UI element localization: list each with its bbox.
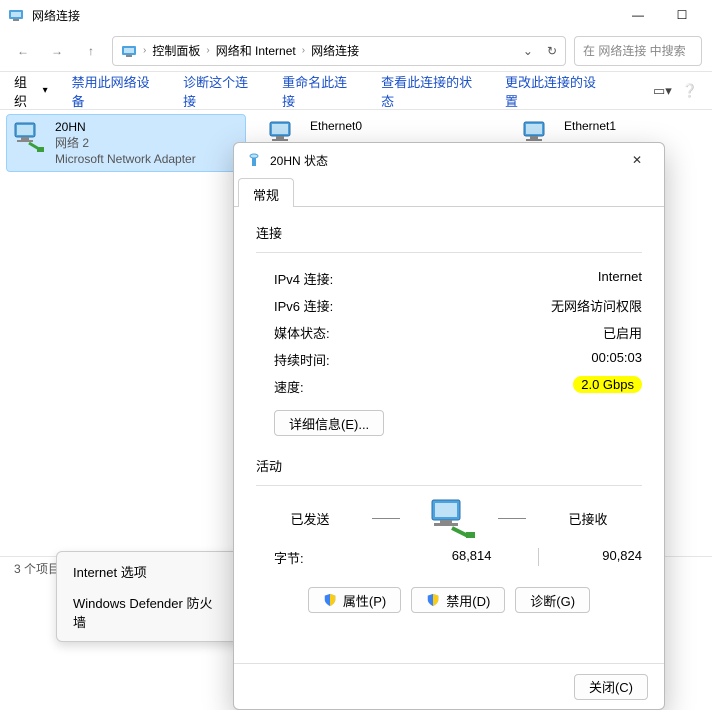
cmd-diagnose[interactable]: 诊断这个连接 [183,72,258,110]
conn-name: Ethernet1 [564,118,618,134]
separator [256,485,642,486]
separator [256,252,642,253]
tab-general[interactable]: 常规 [238,178,294,207]
cmd-disable-device[interactable]: 禁用此网络设备 [72,72,159,110]
minimize-button[interactable]: — [616,0,660,30]
breadcrumb[interactable]: › 控制面板 › 网络和 Internet › 网络连接 ⌄ ↻ [112,36,566,66]
shield-icon [323,593,337,607]
cmd-change-settings[interactable]: 更改此连接的设置 [505,72,605,110]
ipv6-label: IPv6 连接: [274,296,551,315]
organize-button[interactable]: 组织▾ [14,72,48,110]
maximize-button[interactable]: ☐ [660,0,704,30]
menu-item-defender-firewall[interactable]: Windows Defender 防火墙 [57,587,241,637]
crumb-mid[interactable]: 网络和 Internet [216,42,296,59]
group-activity-title: 活动 [256,456,642,475]
breadcrumb-icon [121,43,137,59]
chevron-right-icon: › [206,45,209,56]
details-button[interactable]: 详细信息(E)... [274,410,384,436]
group-connection: 连接 IPv4 连接:Internet IPv6 连接:无网络访问权限 媒体状态… [256,223,642,436]
duration-label: 持续时间: [274,350,591,369]
cmd-rename[interactable]: 重命名此连接 [282,72,357,110]
dash-icon [498,518,526,519]
conn-name: 20HN [55,119,196,135]
divider [538,548,539,566]
speed-label: 速度: [274,377,573,396]
close-button[interactable]: 关闭(C) [574,674,648,700]
dialog-body: 连接 IPv4 连接:Internet IPv6 连接:无网络访问权限 媒体状态… [234,207,664,663]
command-bar: 组织▾ 禁用此网络设备 诊断这个连接 重命名此连接 查看此连接的状态 更改此连接… [0,72,712,110]
crumb-leaf[interactable]: 网络连接 [311,42,359,59]
duration-value: 00:05:03 [591,350,642,369]
conn-network: 网络 2 [55,135,196,151]
group-connection-title: 连接 [256,223,642,242]
context-menu: Internet 选项 Windows Defender 防火墙 [56,551,242,642]
history-dropdown-icon[interactable]: ⌄ [523,44,533,58]
dialog-title: 20HN 状态 [270,152,328,169]
view-help-button[interactable]: ❔ [682,83,698,99]
bytes-label: 字节: [274,548,394,567]
view-icons-button[interactable]: ▭▾ [653,83,672,99]
status-dialog: 20HN 状态 ✕ 常规 连接 IPv4 连接:Internet IPv6 连接… [233,142,665,710]
window-icon [8,7,24,23]
properties-button[interactable]: 属性(P) [308,587,401,613]
dash-icon [372,518,400,519]
ipv4-value: Internet [598,269,642,288]
group-activity: 活动 已发送 已接收 字节: 68,814 90,824 [256,456,642,567]
shield-icon [426,593,440,607]
back-button[interactable]: ← [10,38,36,64]
chevron-right-icon: › [143,45,146,56]
window-titlebar: 网络连接 — ☐ [0,0,712,30]
bytes-recv-value: 90,824 [545,548,643,567]
network-adapter-icon [11,119,47,155]
bytes-sent-value: 68,814 [394,548,532,567]
search-input[interactable]: 在 网络连接 中搜索 [574,36,702,66]
search-placeholder: 在 网络连接 中搜索 [583,42,686,59]
activity-icon [422,498,476,538]
refresh-icon[interactable]: ↻ [547,44,557,58]
chevron-right-icon: › [302,45,305,56]
ipv4-label: IPv4 连接: [274,269,598,288]
dialog-close-button[interactable]: ✕ [622,145,652,175]
diagnose-button[interactable]: 诊断(G) [515,587,590,613]
up-button[interactable]: ↑ [78,38,104,64]
cmd-view-status[interactable]: 查看此连接的状态 [381,72,481,110]
window-title: 网络连接 [32,7,80,24]
forward-button[interactable]: → [44,38,70,64]
conn-name: Ethernet0 [310,118,362,134]
dialog-footer: 关闭(C) [234,663,664,709]
item-count: 3 个项目 [14,560,60,577]
dialog-tabs: 常规 [234,177,664,207]
address-bar-row: ← → ↑ › 控制面板 › 网络和 Internet › 网络连接 ⌄ ↻ 在… [0,30,712,72]
disable-button[interactable]: 禁用(D) [411,587,505,613]
dialog-icon [246,152,262,168]
chevron-down-icon: ▾ [43,85,48,96]
media-label: 媒体状态: [274,323,603,342]
speed-value: 2.0 Gbps [573,376,642,393]
conn-device: Microsoft Network Adapter [55,151,196,167]
menu-item-internet-options[interactable]: Internet 选项 [57,556,241,587]
crumb-root[interactable]: 控制面板 [152,42,200,59]
dialog-titlebar: 20HN 状态 ✕ [234,143,664,177]
media-value: 已启用 [603,323,642,342]
recv-label: 已接收 [548,509,628,528]
sent-label: 已发送 [270,509,350,528]
ipv6-value: 无网络访问权限 [551,296,642,315]
connection-item-20hn[interactable]: 20HN 网络 2 Microsoft Network Adapter [6,114,246,172]
